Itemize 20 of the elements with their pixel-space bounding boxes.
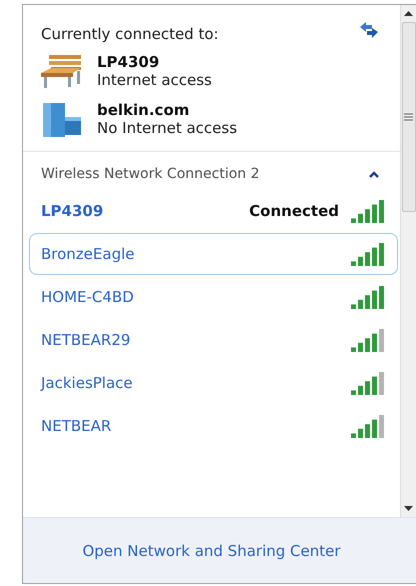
refresh-icon[interactable] — [358, 21, 380, 39]
network-item[interactable]: JackiesPlace — [29, 362, 398, 404]
scroll-down-icon[interactable] — [404, 506, 413, 511]
collapse-icon[interactable] — [368, 170, 380, 178]
access-status: Internet access — [97, 71, 212, 89]
sharing-center-link[interactable]: Open Network and Sharing Center — [82, 542, 341, 560]
network-item[interactable]: LP4309 Connected — [29, 190, 398, 232]
network-name: LP4309 — [97, 53, 160, 71]
network-item[interactable]: HOME-C4BD — [29, 276, 398, 318]
adapter-title: Wireless Network Connection 2 — [41, 166, 260, 182]
network-item[interactable]: NETBEAR29 — [29, 319, 398, 361]
scroll-up-icon[interactable] — [404, 11, 413, 16]
scrollbar[interactable] — [400, 5, 416, 517]
grip-icon — [404, 113, 413, 121]
network-name: belkin.com — [97, 101, 190, 119]
access-status: No Internet access — [97, 119, 238, 137]
network-item[interactable]: NETBEAR — [29, 405, 398, 447]
network-item[interactable]: BronzeEagle — [29, 233, 398, 275]
scroll-thumb[interactable] — [402, 22, 416, 212]
section-title: Currently connected to: — [41, 25, 219, 43]
